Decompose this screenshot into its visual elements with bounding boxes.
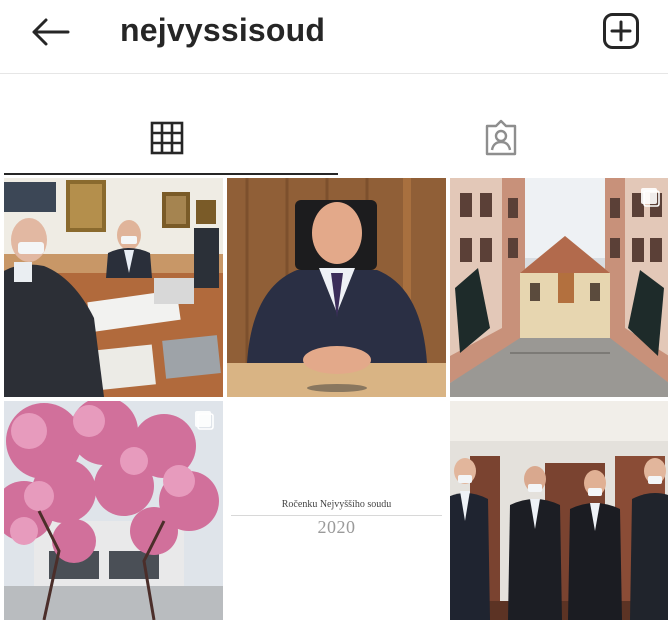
arrow-left-icon (32, 18, 70, 46)
tagged-user-icon (485, 119, 517, 156)
yearbook-year: 2020 (317, 517, 356, 537)
tab-posts-grid[interactable] (0, 100, 334, 176)
multiple-photos-icon (641, 188, 660, 207)
post-portrait[interactable] (227, 178, 446, 397)
yearbook-divider (231, 515, 442, 516)
post-cherry-blossom[interactable] (4, 401, 223, 620)
new-post-button[interactable] (602, 12, 640, 50)
portrait-photo (227, 178, 446, 397)
multiple-photos-icon (195, 411, 214, 430)
grid-icon (150, 121, 184, 155)
post-court-building[interactable] (450, 178, 668, 397)
active-tab-indicator (4, 173, 338, 175)
yearbook-cover: Ročenku Nejvyššího soudu 2020 (227, 401, 446, 620)
profile-header: nejvyssisoud (0, 0, 668, 74)
post-office-meeting[interactable] (4, 178, 223, 397)
tab-tagged[interactable] (334, 100, 668, 176)
group-photo (450, 401, 668, 620)
yearbook-title: Ročenku Nejvyššího soudu (281, 499, 392, 510)
posts-grid: Ročenku Nejvyššího soudu 2020 (4, 178, 668, 620)
office-meeting-photo (4, 178, 223, 397)
post-yearbook[interactable]: Ročenku Nejvyššího soudu 2020 (227, 401, 446, 620)
profile-tabs (0, 100, 668, 176)
cherry-blossom-photo (4, 401, 223, 620)
post-group-photo[interactable] (450, 401, 668, 620)
profile-username: nejvyssisoud (120, 12, 326, 48)
plus-square-icon (603, 13, 639, 49)
court-building-photo (450, 178, 668, 397)
back-button[interactable] (28, 14, 72, 50)
